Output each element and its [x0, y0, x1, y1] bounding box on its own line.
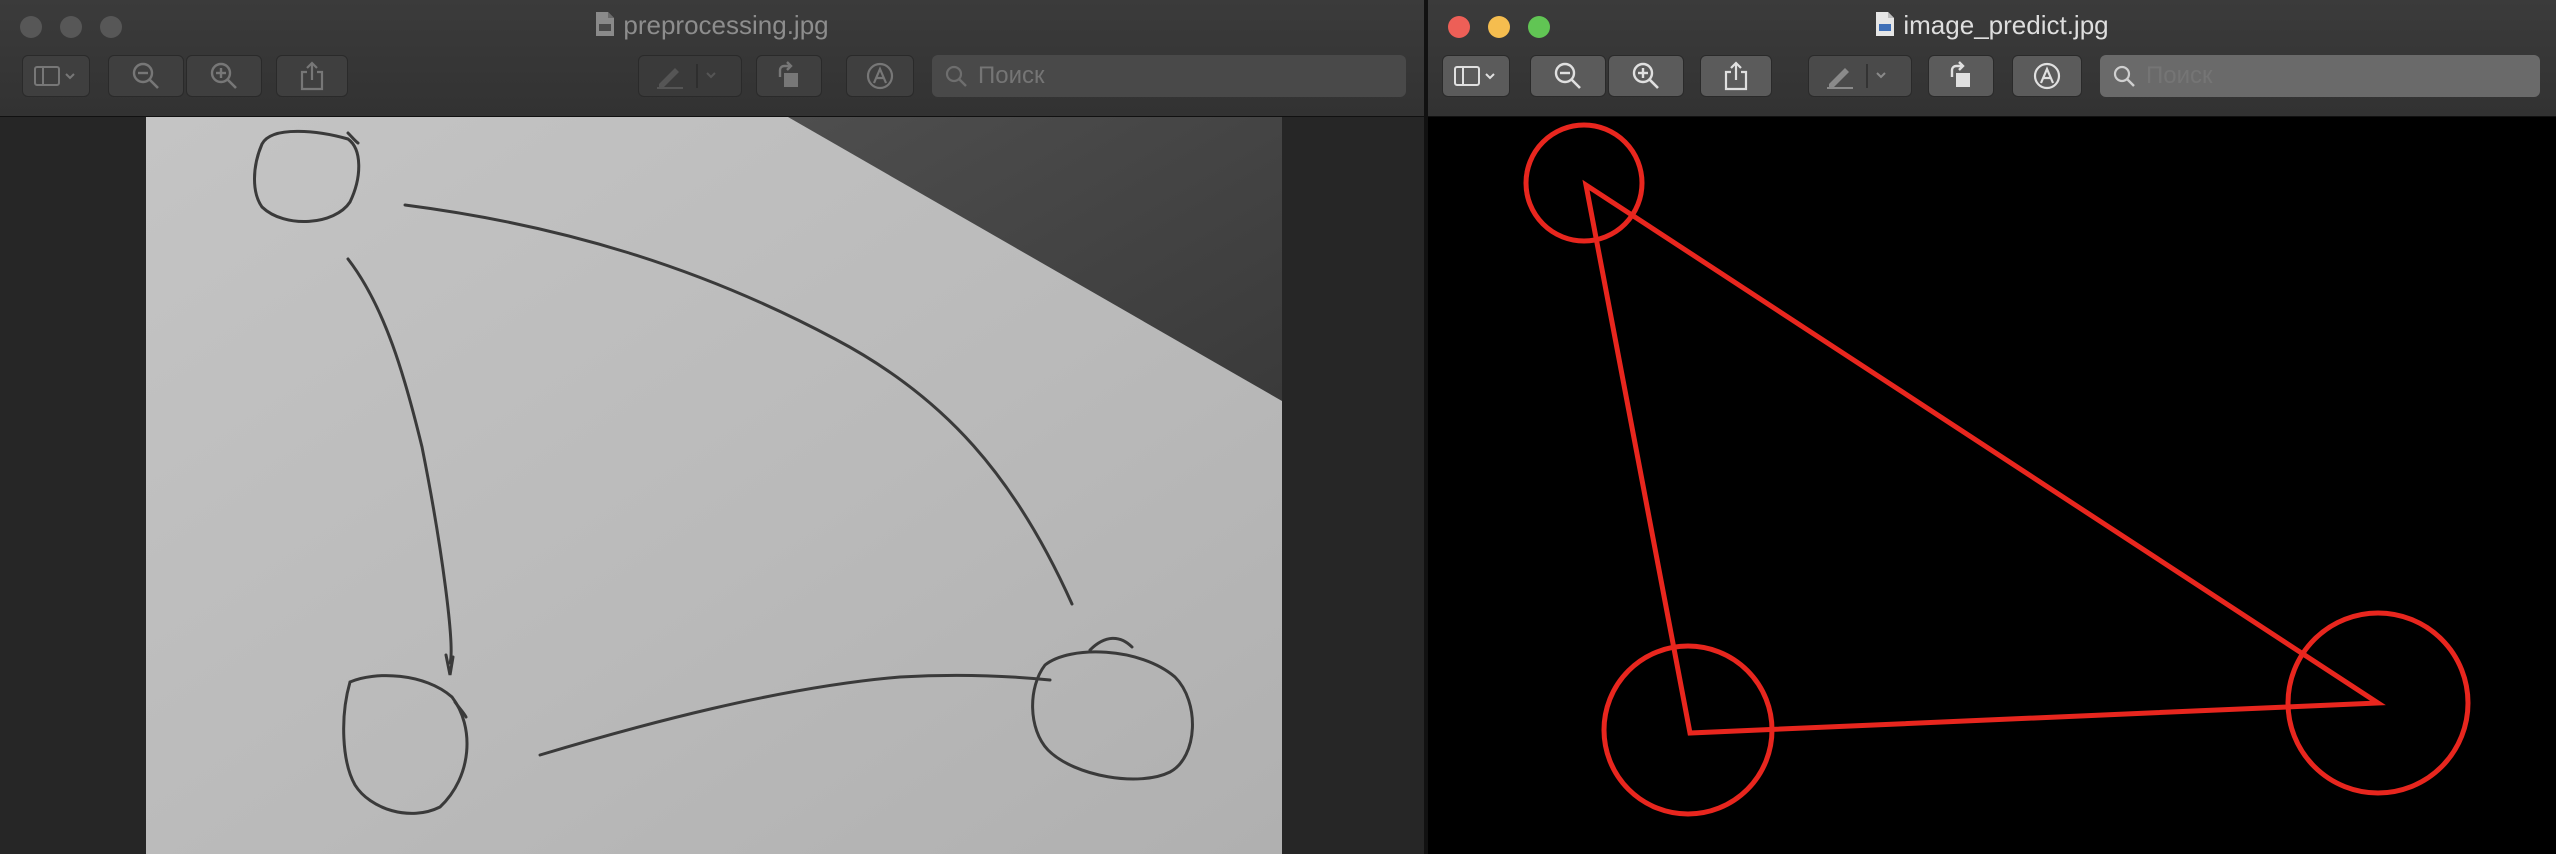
share-button[interactable]	[276, 55, 348, 97]
preprocessing-image	[0, 117, 1424, 854]
zoom-in-button[interactable]	[1608, 55, 1684, 97]
sidebar-icon	[32, 64, 80, 88]
search-field[interactable]	[2100, 55, 2540, 97]
zoom-out-button[interactable]	[1530, 55, 1606, 97]
search-field[interactable]	[932, 55, 1406, 97]
zoom-out-icon	[1553, 61, 1583, 91]
jpeg-document-icon	[595, 11, 615, 44]
sidebar-button[interactable]	[1442, 55, 1510, 97]
search-input[interactable]	[2146, 55, 2530, 97]
markup-pen-button[interactable]	[1808, 55, 1912, 97]
zoom-out-button[interactable]	[108, 55, 184, 97]
window-toolbar: preprocessing.jpg	[0, 0, 1424, 117]
search-input[interactable]	[978, 55, 1396, 97]
zoom-in-icon	[209, 61, 239, 91]
pen-icon	[653, 62, 729, 90]
image-canvas	[1428, 117, 2556, 854]
zoom-out-icon	[131, 61, 161, 91]
rotate-button[interactable]	[1928, 55, 1994, 97]
preview-window-image-predict: image_predict.jpg	[1428, 0, 2556, 854]
sidebar-button[interactable]	[22, 55, 90, 97]
sidebar-icon	[1452, 64, 1500, 88]
window-title-text: preprocessing.jpg	[623, 10, 829, 40]
rotate-icon	[1946, 61, 1976, 91]
share-button[interactable]	[1700, 55, 1772, 97]
share-icon	[299, 61, 325, 91]
markup-toolbar-button[interactable]	[2012, 55, 2082, 97]
window-title: preprocessing.jpg	[0, 10, 1424, 44]
markup-pen-button[interactable]	[638, 55, 742, 97]
zoom-in-button[interactable]	[186, 55, 262, 97]
markup-circle-icon	[2032, 61, 2062, 91]
search-icon	[2112, 64, 2136, 93]
pen-icon	[1823, 62, 1899, 90]
image-canvas	[0, 117, 1424, 854]
markup-toolbar-button[interactable]	[846, 55, 914, 97]
rotate-icon	[774, 61, 804, 91]
window-toolbar: image_predict.jpg	[1428, 0, 2556, 117]
rotate-button[interactable]	[756, 55, 822, 97]
window-title-text: image_predict.jpg	[1903, 10, 2109, 40]
window-title: image_predict.jpg	[1428, 10, 2556, 44]
preview-window-preprocessing: preprocessing.jpg	[0, 0, 1424, 854]
jpeg-document-icon	[1875, 11, 1895, 44]
search-icon	[944, 64, 968, 93]
zoom-in-icon	[1631, 61, 1661, 91]
markup-circle-icon	[865, 61, 895, 91]
share-icon	[1723, 61, 1749, 91]
prediction-image	[1428, 117, 2556, 854]
